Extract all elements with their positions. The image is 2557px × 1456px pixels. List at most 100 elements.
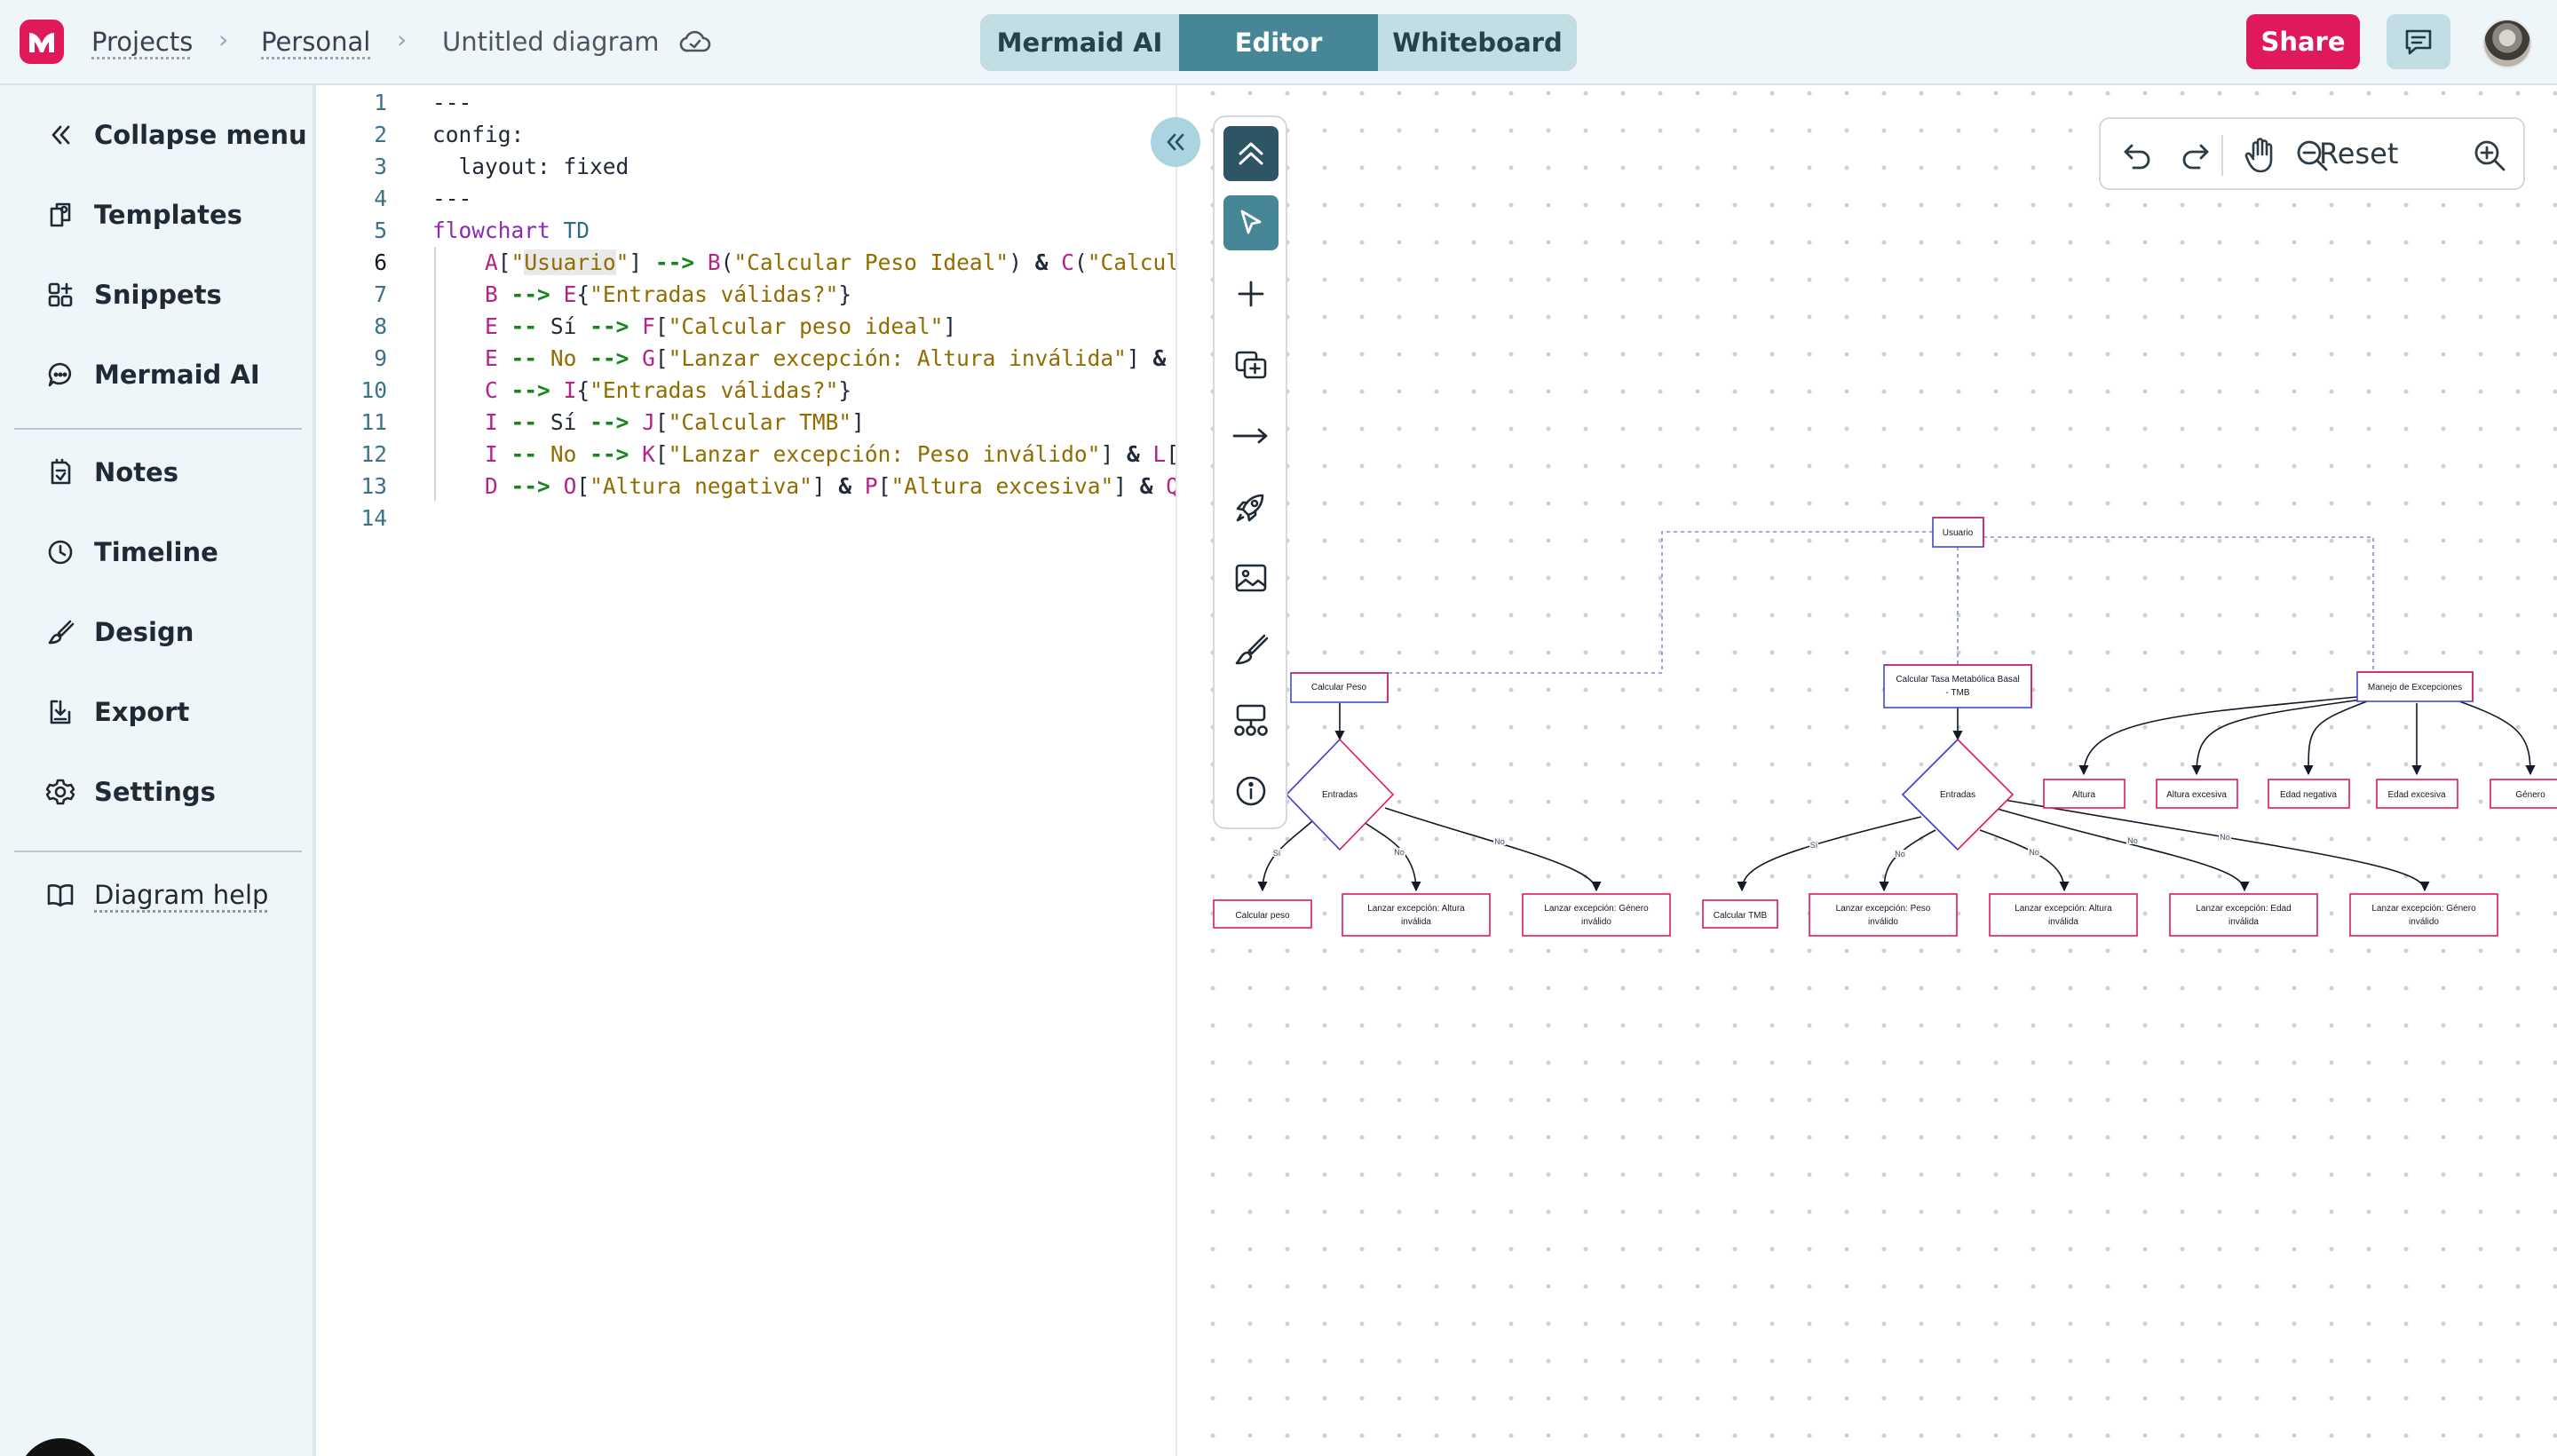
chevron-up-icon	[1233, 136, 1269, 171]
sidebar: Collapse menu Templates Snippets Mermaid…	[0, 85, 316, 1456]
node-exc-genero-invalido-2[interactable]	[2350, 894, 2498, 936]
line-number: 6	[323, 247, 387, 279]
zoom-in-button[interactable]	[2465, 131, 2514, 180]
flowchart-diagram: Sí No No Sí No No No No Usuario Calcular…	[1179, 85, 2557, 1456]
line-number: 13	[323, 471, 387, 502]
sidebar-item-notes[interactable]: Notes	[44, 453, 178, 492]
edge-manejo-genero	[2459, 701, 2530, 774]
tool-rail	[1213, 115, 1287, 829]
shapes-tool[interactable]	[1223, 692, 1278, 748]
comments-button[interactable]	[2387, 14, 2450, 69]
node-calcular-tasa-metabolica[interactable]	[1884, 665, 2031, 708]
sidebar-item-settings[interactable]: Settings	[44, 772, 216, 811]
shapes-icon	[1231, 702, 1271, 738]
tab-mermaid-ai[interactable]: Mermaid AI	[980, 14, 1179, 71]
tab-whiteboard[interactable]: Whiteboard	[1378, 14, 1577, 71]
snippets-icon	[44, 279, 76, 311]
zoom-controls: Reset	[2099, 117, 2525, 190]
node-exc-peso-invalido[interactable]	[1809, 894, 1957, 936]
collapse-editor-button[interactable]	[1151, 117, 1200, 167]
add-node-tool[interactable]	[1223, 266, 1278, 321]
diagram-canvas[interactable]: Sí No No Sí No No No No Usuario Calcular…	[1179, 85, 2557, 1456]
plus-icon	[1235, 278, 1267, 310]
zoom-reset-button[interactable]: Reset	[2319, 137, 2398, 170]
breadcrumb-separator: ›	[218, 25, 228, 54]
sidebar-item-diagram-help[interactable]: Diagram help	[44, 875, 268, 914]
node-exc-altura-invalida[interactable]	[1342, 894, 1490, 936]
sidebar-item-label: Notes	[94, 457, 178, 487]
brush-tool[interactable]	[1223, 621, 1278, 677]
code-line: 4 ---	[323, 183, 1177, 215]
node-label: Altura	[2072, 790, 2096, 800]
pan-button[interactable]	[2236, 131, 2285, 180]
code-text: ---	[432, 87, 471, 119]
sidebar-item-snippets[interactable]: Snippets	[44, 275, 222, 314]
gear-icon	[44, 776, 76, 808]
line-number: 11	[323, 407, 387, 439]
edge-manejo-edad-negativa	[2308, 701, 2367, 774]
hand-icon	[2243, 137, 2278, 174]
sidebar-item-templates[interactable]: Templates	[44, 195, 242, 234]
code-editor[interactable]: 1 --- 2 config: 3 layout: fixed 4 --- 5 flow…	[323, 85, 1177, 1456]
chat-widget-button[interactable]	[18, 1438, 103, 1456]
sidebar-item-mermaid-ai[interactable]: Mermaid AI	[44, 355, 260, 394]
code-text: I -- No --> K["Lanzar excepción: Peso in…	[432, 439, 1177, 471]
edge-no	[1980, 830, 2064, 890]
node-label: Entradas	[1322, 790, 1358, 800]
line-number: 4	[323, 183, 387, 215]
node-exc-edad-invalida[interactable]	[2170, 894, 2317, 936]
node-label: Edad excesiva	[2387, 790, 2445, 800]
node-label: inválido	[1868, 917, 1898, 927]
tab-editor[interactable]: Editor	[1179, 14, 1378, 71]
code-text: layout: fixed	[432, 151, 629, 183]
undo-button[interactable]	[2113, 131, 2163, 180]
edge-usuario-calcular-peso	[1388, 532, 1933, 673]
code-line: 2 config:	[323, 119, 1177, 151]
brush-icon	[44, 616, 76, 648]
collapse-tools-button[interactable]	[1223, 126, 1278, 181]
sidebar-item-collapse-menu[interactable]: Collapse menu	[44, 115, 307, 154]
redo-icon	[2178, 138, 2212, 172]
breadcrumb-personal[interactable]: Personal	[261, 27, 370, 57]
info-tool[interactable]	[1223, 764, 1278, 819]
node-label: Calcular peso	[1235, 911, 1290, 921]
node-label: Lanzar excepción: Género	[2371, 904, 2476, 914]
mode-tabs: Mermaid AI Editor Whiteboard	[980, 14, 1577, 71]
sidebar-item-export[interactable]: Export	[44, 692, 189, 732]
line-number: 14	[323, 502, 387, 534]
sidebar-item-label: Settings	[94, 777, 216, 807]
code-text: flowchart TD	[432, 215, 590, 247]
templates-icon	[44, 199, 76, 231]
breadcrumb-projects[interactable]: Projects	[91, 27, 193, 57]
code-text: C --> I{"Entradas válidas?"}	[432, 375, 851, 407]
edge-label: No	[1895, 850, 1905, 859]
code-line: 13 D --> O["Altura negativa"] & P["Altur…	[323, 471, 1177, 502]
code-line: 11 I -- Sí --> J["Calcular TMB"]	[323, 407, 1177, 439]
code-line: 9 E -- No --> G["Lanzar excepción: Altur…	[323, 343, 1177, 375]
rocket-tool[interactable]	[1223, 479, 1278, 534]
redo-button[interactable]	[2170, 131, 2220, 180]
clock-icon	[44, 536, 76, 568]
line-number: 5	[323, 215, 387, 247]
select-tool[interactable]	[1223, 195, 1278, 250]
zoom-in-icon	[2472, 138, 2507, 173]
image-tool[interactable]	[1223, 550, 1278, 605]
sidebar-item-timeline[interactable]: Timeline	[44, 533, 218, 572]
code-line: 8 E -- Sí --> F["Calcular peso ideal"]	[323, 311, 1177, 343]
pointer-icon	[1235, 207, 1267, 239]
node-exc-genero-invalido[interactable]	[1523, 894, 1670, 936]
double-chevron-left-icon	[1163, 130, 1188, 154]
node-exc-altura-invalida-2[interactable]	[1990, 894, 2137, 936]
add-frame-tool[interactable]	[1223, 337, 1278, 392]
sidebar-item-design[interactable]: Design	[44, 613, 194, 652]
info-icon	[1234, 774, 1268, 808]
node-label: Entradas	[1940, 790, 1975, 800]
document-title[interactable]: Untitled diagram	[442, 27, 660, 57]
user-avatar[interactable]	[2482, 19, 2532, 68]
connector-tool[interactable]	[1223, 408, 1278, 463]
node-label: inválido	[1581, 917, 1611, 927]
mermaid-logo-icon[interactable]	[20, 20, 64, 64]
share-button[interactable]: Share	[2246, 14, 2360, 69]
edge-si	[1263, 820, 1313, 890]
edge-no	[1999, 799, 2425, 890]
